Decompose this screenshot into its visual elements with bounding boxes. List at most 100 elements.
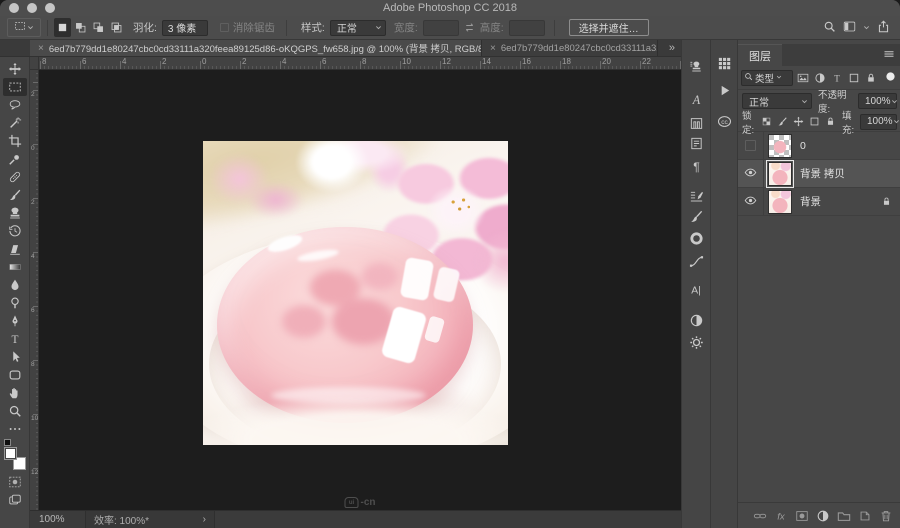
foreground-color-swatch[interactable]: [3, 447, 17, 460]
canvas[interactable]: ui -cn: [39, 70, 681, 510]
half-circle-button[interactable]: [812, 70, 828, 86]
new-layer-button[interactable]: [856, 507, 873, 524]
lock-button[interactable]: [863, 70, 879, 86]
layer-row-0[interactable]: 0: [738, 131, 900, 160]
trash-button[interactable]: [877, 507, 894, 524]
mask-button[interactable]: [793, 507, 810, 524]
panel-button-brush-settings[interactable]: [685, 186, 707, 206]
move-tool[interactable]: [3, 60, 27, 78]
marquee-tool[interactable]: [2, 78, 27, 96]
panel-button-libraries[interactable]: [685, 113, 707, 133]
crop-tool[interactable]: [3, 132, 27, 150]
height-input[interactable]: [508, 19, 545, 36]
layer-thumbnail[interactable]: [768, 189, 792, 214]
lasso-tool[interactable]: [3, 96, 27, 114]
close-tab-icon[interactable]: ×: [38, 43, 44, 54]
frame-button[interactable]: [846, 70, 862, 86]
dodge-tool[interactable]: [3, 294, 27, 312]
fill-dropdown[interactable]: 100%: [860, 113, 899, 130]
layer-thumbnail[interactable]: [768, 133, 792, 158]
brush-tool[interactable]: [3, 186, 27, 204]
visibility-toggle[interactable]: [738, 131, 764, 160]
layer-name[interactable]: 背景 拷贝: [800, 166, 845, 181]
search-icon[interactable]: [823, 20, 836, 36]
subtract-selection-mode-button[interactable]: [90, 18, 107, 37]
panel-button-color-wheel[interactable]: [685, 228, 707, 248]
panel-button-character[interactable]: A|: [685, 279, 707, 299]
filter-kind-dropdown[interactable]: 类型: [741, 69, 793, 86]
shape-tool[interactable]: [3, 366, 27, 384]
panel-button-half-circle[interactable]: [685, 310, 707, 330]
panel-button-curve[interactable]: [685, 251, 707, 271]
width-input[interactable]: [422, 19, 459, 36]
move-small-button[interactable]: [791, 115, 805, 129]
tab-overflow-button[interactable]: »: [663, 40, 681, 56]
intersect-selection-mode-button[interactable]: [108, 18, 125, 37]
eyedropper-tool[interactable]: [3, 150, 27, 168]
eraser-tool[interactable]: [3, 240, 27, 258]
half-circle-button[interactable]: [814, 507, 831, 524]
add-selection-mode-button[interactable]: [72, 18, 89, 37]
panel-button-glyphs[interactable]: A: [685, 89, 707, 109]
gradient-tool[interactable]: [3, 258, 27, 276]
color-swatches[interactable]: [3, 439, 27, 472]
layer-row-background[interactable]: 背景: [738, 187, 900, 216]
panel-button-creative-cloud[interactable]: cc: [713, 111, 735, 131]
link-button[interactable]: [751, 507, 768, 524]
layer-name[interactable]: 0: [800, 140, 806, 152]
history-brush-tool[interactable]: [3, 222, 27, 240]
layer-name[interactable]: 背景: [800, 194, 821, 209]
style-dropdown[interactable]: 正常: [329, 19, 386, 36]
swap-width-height-icon[interactable]: [463, 21, 476, 34]
zoom-level-field[interactable]: 100%: [30, 514, 85, 525]
blur-tool[interactable]: [3, 276, 27, 294]
clone-stamp-tool[interactable]: [3, 204, 27, 222]
close-tab-icon[interactable]: ×: [490, 43, 496, 54]
layer-row-background-copy[interactable]: 背景 拷贝: [738, 159, 900, 188]
workspace-icon[interactable]: [843, 20, 856, 36]
zoom-tool[interactable]: [3, 402, 27, 420]
document-image[interactable]: [203, 141, 508, 445]
folder-button[interactable]: [835, 507, 852, 524]
pen-tool[interactable]: [3, 312, 27, 330]
default-colors-icon[interactable]: [3, 439, 11, 446]
magic-wand-tool[interactable]: [3, 114, 27, 132]
vertical-ruler[interactable]: 202468101214: [30, 70, 39, 528]
panel-button-gear[interactable]: [685, 332, 707, 352]
frame-button[interactable]: [807, 115, 821, 129]
panel-button-play[interactable]: [713, 80, 735, 100]
opacity-dropdown[interactable]: 100%: [858, 93, 897, 109]
panel-button-grid[interactable]: [713, 53, 735, 73]
feather-input[interactable]: 3 像素: [161, 19, 208, 36]
document-tab-active[interactable]: × 6ed7b779dd1e80247cbc0cd33111a320feea89…: [30, 40, 482, 56]
chevron-down-icon[interactable]: [863, 22, 870, 34]
filter-toggle-button[interactable]: [882, 70, 898, 86]
panel-menu-button[interactable]: [883, 44, 900, 66]
new-selection-mode-button[interactable]: [54, 18, 71, 37]
visibility-toggle[interactable]: [738, 159, 764, 188]
horizontal-ruler[interactable]: 8 6 4 2 0 2 4 6 8 10 12 14 16 18 20 22: [39, 57, 681, 70]
type-tool[interactable]: T: [3, 330, 27, 348]
fx-button[interactable]: fx: [772, 507, 789, 524]
edit-toolbar-button[interactable]: [3, 420, 27, 438]
document-tab-inactive[interactable]: × 6ed7b779dd1e80247cbc0cd33111a32: [482, 40, 658, 56]
layer-thumbnail[interactable]: [766, 159, 794, 188]
panel-button-paragraph[interactable]: ¶: [685, 156, 707, 176]
path-select-tool[interactable]: [3, 348, 27, 366]
type-filter-button[interactable]: T: [829, 70, 845, 86]
visibility-toggle[interactable]: [738, 187, 764, 216]
antialias-checkbox[interactable]: [219, 23, 229, 32]
screen-mode-button[interactable]: [3, 493, 27, 511]
lock-button[interactable]: [823, 115, 837, 129]
tool-preset-chip[interactable]: [7, 18, 41, 37]
tab-layers[interactable]: 图层: [738, 44, 782, 66]
share-icon[interactable]: [877, 19, 890, 36]
panel-button-notes[interactable]: [685, 133, 707, 153]
panel-button-clone-source[interactable]: [685, 56, 707, 76]
image-button[interactable]: [795, 70, 811, 86]
ruler-origin[interactable]: [30, 57, 39, 70]
panel-button-brushes[interactable]: [685, 206, 707, 226]
healing-brush-tool[interactable]: [3, 168, 27, 186]
quick-mask-button[interactable]: [3, 475, 27, 493]
checker-button[interactable]: [759, 115, 773, 129]
